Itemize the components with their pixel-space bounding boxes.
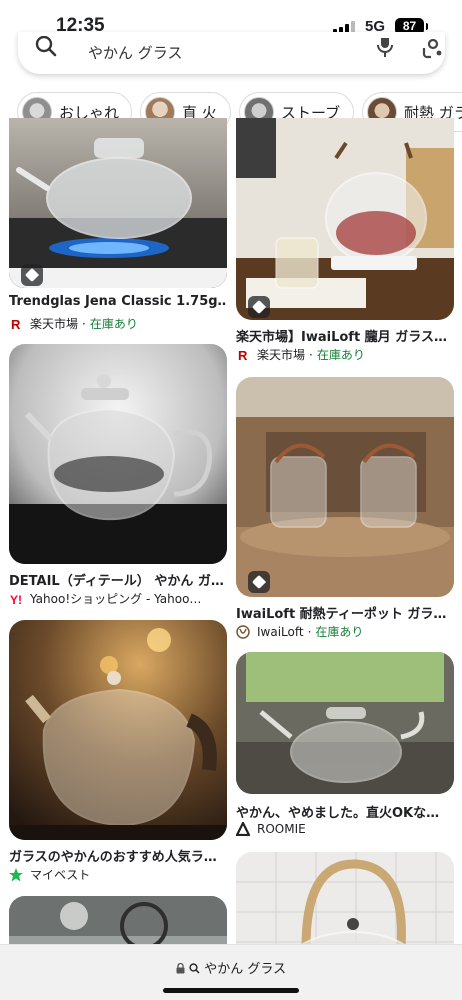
result-source-3[interactable]: Y! Yahoo!ショッピング - Yahoo… <box>9 590 227 607</box>
result-title-2[interactable]: 楽天市場】IwaiLoft 朧月 ガラス… <box>236 326 454 345</box>
result-title-6[interactable]: やかん、やめました。直火OKな… <box>236 802 454 821</box>
source-name: IwaiLoft <box>257 624 304 639</box>
svg-text:R: R <box>238 348 248 362</box>
product-tag-icon <box>248 296 270 318</box>
result-title-3[interactable]: DETAIL（ディテール） やかん ガ… <box>9 570 227 589</box>
address-bar[interactable]: やかん グラス <box>0 958 462 977</box>
result-source-2[interactable]: R 楽天市場 · 在庫あり <box>236 346 365 363</box>
yahoo-icon: Y! <box>9 592 23 607</box>
search-icon[interactable] <box>34 36 60 62</box>
search-input[interactable]: やかん グラス <box>88 42 182 63</box>
product-tag-icon <box>21 264 43 286</box>
lock-icon <box>176 962 185 974</box>
result-source-1[interactable]: R 楽天市場 · 在庫あり <box>9 315 138 332</box>
source-name: ROOMIE <box>257 822 306 836</box>
iwailoft-icon <box>236 624 250 639</box>
separator: · <box>309 347 313 362</box>
source-name: Yahoo!ショッピング - Yahoo… <box>30 592 202 606</box>
mic-icon[interactable] <box>374 38 396 60</box>
result-image-4[interactable] <box>236 377 454 597</box>
result-source-6[interactable]: ROOMIE <box>235 820 306 837</box>
result-title-4[interactable]: IwaiLoft 耐熱ティーポット ガラ… <box>236 603 454 622</box>
separator: · <box>307 624 312 639</box>
stock-status: 在庫あり <box>316 348 365 362</box>
result-image-5[interactable] <box>9 620 227 840</box>
svg-text:Y!: Y! <box>10 593 22 606</box>
result-image-2[interactable] <box>236 118 454 320</box>
home-indicator <box>163 988 299 993</box>
stock-status: 在庫あり <box>89 317 138 331</box>
result-image-6[interactable] <box>236 652 454 794</box>
browser-bottom-bar[interactable]: やかん グラス <box>0 944 462 1000</box>
address-text: やかん グラス <box>204 962 287 977</box>
search-bar[interactable]: やかん グラス <box>18 32 445 74</box>
product-tag-icon <box>248 571 270 593</box>
separator: · <box>82 316 86 331</box>
source-name: マイベスト <box>30 868 91 882</box>
rakuten-icon: R <box>9 317 23 332</box>
stock-status: 在庫あり <box>315 625 364 639</box>
mybest-star-icon <box>9 867 23 882</box>
result-source-5[interactable]: マイベスト <box>9 866 90 883</box>
result-image-3[interactable] <box>9 344 227 564</box>
source-name: 楽天市場 <box>257 348 306 362</box>
svg-text:R: R <box>11 317 21 331</box>
source-name: 楽天市場 <box>30 317 79 331</box>
lens-icon[interactable] <box>422 38 444 60</box>
rakuten-icon: R <box>236 348 250 363</box>
result-source-4[interactable]: IwaiLoft · 在庫あり <box>236 623 363 640</box>
result-title-5[interactable]: ガラスのやかんのおすすめ人気ラ… <box>9 846 227 865</box>
search-small-icon <box>189 963 200 974</box>
roomie-icon <box>235 820 251 837</box>
result-title-1[interactable]: Trendglas Jena Classic 1.75g… <box>9 294 227 309</box>
result-image-1[interactable] <box>9 118 227 288</box>
